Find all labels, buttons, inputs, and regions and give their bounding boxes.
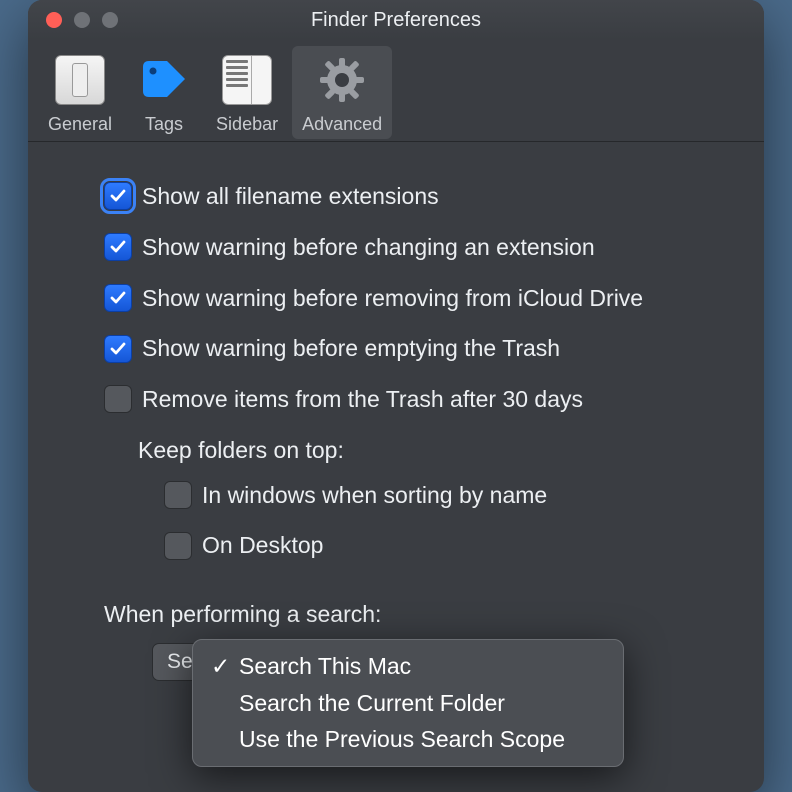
tab-advanced[interactable]: Advanced	[292, 46, 392, 139]
menu-item-search-current-folder[interactable]: Search the Current Folder	[193, 685, 623, 722]
label-warn-extension: Show warning before changing an extensio…	[142, 233, 595, 262]
titlebar: Finder Preferences	[28, 0, 764, 40]
traffic-lights	[46, 12, 118, 28]
label-search-scope: When performing a search:	[104, 600, 744, 629]
sidebar-icon	[219, 52, 275, 108]
menu-item-label: Use the Previous Search Scope	[239, 725, 565, 754]
tab-tags[interactable]: Tags	[126, 46, 202, 139]
tab-sidebar[interactable]: Sidebar	[206, 46, 288, 139]
tab-general[interactable]: General	[38, 46, 122, 139]
checkbox-keep-top-desktop[interactable]	[164, 532, 192, 560]
search-scope-control: Search This Mac ✓ Search This Mac Search…	[152, 643, 582, 681]
label-remove-30days: Remove items from the Trash after 30 day…	[142, 385, 583, 414]
label-warn-trash: Show warning before emptying the Trash	[142, 334, 560, 363]
search-scope-menu: ✓ Search This Mac Search the Current Fol…	[192, 639, 624, 767]
menu-item-search-this-mac[interactable]: ✓ Search This Mac	[193, 648, 623, 685]
label-keep-folders-top: Keep folders on top:	[138, 436, 744, 465]
finder-preferences-window: Finder Preferences General Tags	[28, 0, 764, 792]
tab-sidebar-label: Sidebar	[216, 114, 278, 135]
close-button[interactable]	[46, 12, 62, 28]
checkbox-keep-top-windows[interactable]	[164, 481, 192, 509]
label-keep-top-desktop: On Desktop	[202, 531, 323, 560]
tags-icon	[136, 52, 192, 108]
tab-advanced-label: Advanced	[302, 114, 382, 135]
checkbox-warn-icloud[interactable]	[104, 284, 132, 312]
general-icon	[52, 52, 108, 108]
minimize-button[interactable]	[74, 12, 90, 28]
preferences-content: Show all filename extensions Show warnin…	[28, 142, 764, 701]
window-title: Finder Preferences	[28, 9, 764, 32]
tab-tags-label: Tags	[145, 114, 183, 135]
menu-item-label: Search This Mac	[239, 652, 411, 681]
checkbox-warn-extension[interactable]	[104, 233, 132, 261]
checkbox-show-extensions[interactable]	[104, 182, 132, 210]
menu-item-previous-scope[interactable]: Use the Previous Search Scope	[193, 721, 623, 758]
checkmark-icon: ✓	[211, 652, 229, 681]
gear-icon	[314, 52, 370, 108]
label-keep-top-windows: In windows when sorting by name	[202, 481, 547, 510]
checkbox-remove-30days[interactable]	[104, 385, 132, 413]
zoom-button[interactable]	[102, 12, 118, 28]
label-show-extensions: Show all filename extensions	[142, 182, 439, 211]
label-warn-icloud: Show warning before removing from iCloud…	[142, 284, 643, 313]
checkbox-warn-trash[interactable]	[104, 335, 132, 363]
toolbar: General Tags Sidebar	[28, 40, 764, 142]
menu-item-label: Search the Current Folder	[239, 689, 505, 718]
tab-general-label: General	[48, 114, 112, 135]
